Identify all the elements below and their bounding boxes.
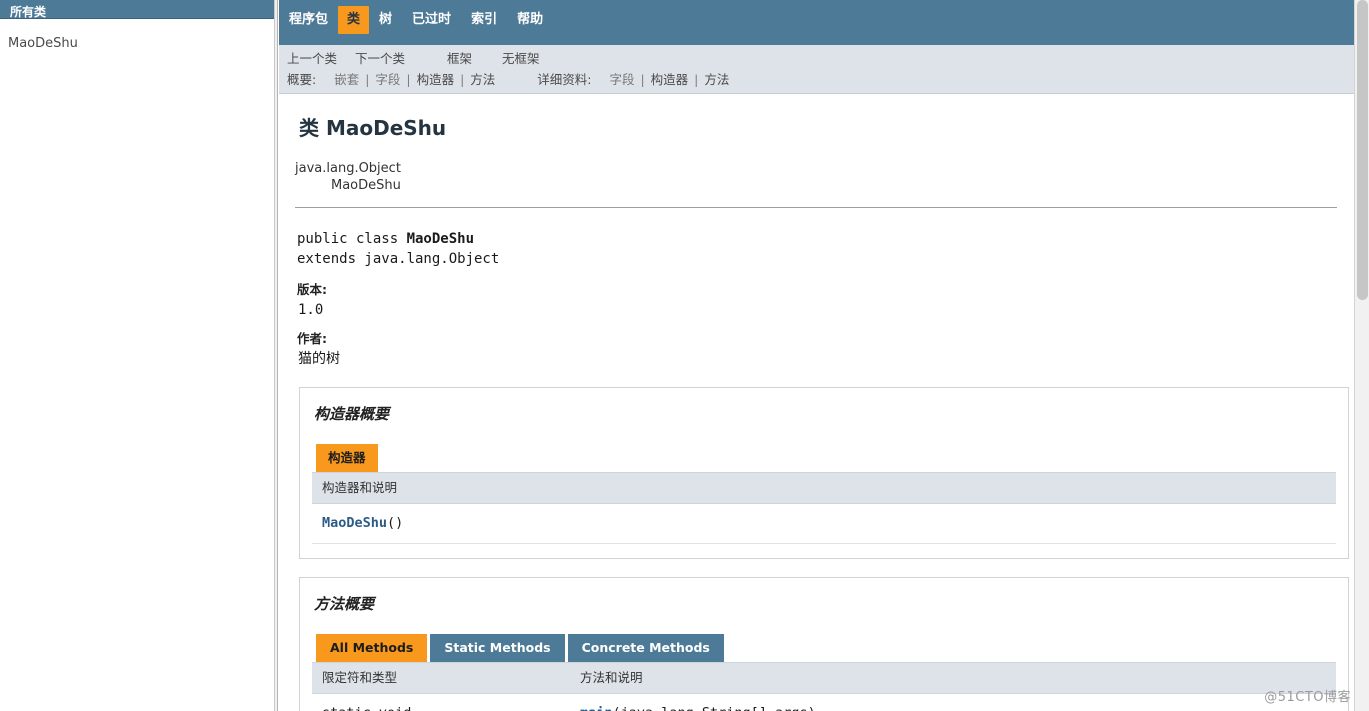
nav-link-index[interactable]: 索引 — [471, 12, 497, 27]
class-documentation: 类 MaoDeShu java.lang.Object MaoDeShu pub… — [279, 94, 1369, 711]
tab-concrete-methods[interactable]: Concrete Methods — [567, 634, 724, 662]
javadoc-page: 所有类 MaoDeShu 程序包 类 树 已过时 索引 帮助 上一个类 下一个类… — [0, 0, 1369, 711]
separator: | — [406, 72, 411, 87]
nav-link-help[interactable]: 帮助 — [517, 12, 543, 27]
next-class-link[interactable]: 下一个类 — [355, 51, 405, 66]
nav-item-help[interactable]: 帮助 — [507, 0, 553, 40]
class-title-name: MaoDeShu — [325, 116, 447, 140]
method-args: (java.lang.String[] args) — [613, 705, 816, 711]
inheritance-tree: java.lang.Object MaoDeShu — [293, 160, 1355, 194]
method-summary-table: 限定符和类型 方法和说明 static void main(java.lang.… — [312, 662, 1336, 711]
summary-item-nested: 嵌套 — [334, 72, 360, 87]
class-link-maodeshu[interactable]: MaoDeShu — [8, 36, 78, 51]
summary-label: 概要: — [287, 72, 317, 87]
column-header-method-description: 方法和说明 — [570, 662, 1336, 694]
method-signature-cell: main(java.lang.String[] args) — [570, 693, 1336, 711]
no-frames-link[interactable]: 无框架 — [502, 51, 540, 66]
constructor-link[interactable]: MaoDeShu — [322, 515, 387, 531]
class-frame: 程序包 类 树 已过时 索引 帮助 上一个类 下一个类 框架 无框架 概要: 嵌… — [279, 0, 1369, 711]
signature-modifier: public class — [297, 231, 407, 247]
class-metadata: 版本: 1.0 作者: 猫的树 — [297, 281, 1355, 369]
sub-navbar: 上一个类 下一个类 框架 无框架 概要: 嵌套 | 字段 | 构造器 | 方法 … — [279, 45, 1369, 94]
separator: | — [640, 72, 645, 87]
nav-item-packages[interactable]: 程序包 — [279, 0, 338, 40]
author-value: 猫的树 — [298, 351, 340, 367]
frames-link[interactable]: 框架 — [447, 51, 472, 66]
all-classes-list: MaoDeShu — [0, 19, 274, 55]
column-header-constructor: 构造器和说明 — [312, 472, 1336, 504]
method-tabs: All Methods Static Methods Concrete Meth… — [312, 634, 1336, 662]
nav-link-class: 类 — [347, 12, 361, 27]
page-title: 类 MaoDeShu — [299, 116, 1355, 140]
constructor-cell: MaoDeShu() — [312, 503, 1336, 544]
constructor-args: () — [387, 515, 404, 531]
table-row: MaoDeShu() — [312, 503, 1336, 544]
summary-item-field: 字段 — [375, 72, 401, 87]
nav-item-deprecated[interactable]: 已过时 — [402, 0, 461, 40]
class-signature-line-1: public class MaoDeShu — [297, 229, 1355, 249]
scrollbar-thumb[interactable] — [1357, 0, 1368, 300]
inheritance-level-1: MaoDeShu — [331, 178, 401, 193]
subnav-row-navigation: 上一个类 下一个类 框架 无框架 — [279, 45, 1369, 67]
detail-item-method[interactable]: 方法 — [704, 72, 729, 87]
watermark: @51CTO博客 — [1264, 690, 1351, 705]
content-scroll-area[interactable]: 类 MaoDeShu java.lang.Object MaoDeShu pub… — [279, 94, 1369, 711]
version-label: 版本: — [297, 282, 327, 297]
separator: | — [694, 72, 699, 87]
detail-item-constructor[interactable]: 构造器 — [651, 72, 689, 87]
column-header-modifier-type: 限定符和类型 — [312, 662, 570, 694]
constructor-summary-table: 构造器和说明 MaoDeShu() — [312, 472, 1336, 544]
separator: | — [365, 72, 370, 87]
vertical-scrollbar[interactable] — [1354, 0, 1369, 711]
class-signature-line-2: extends java.lang.Object — [297, 251, 500, 267]
nav-item-index[interactable]: 索引 — [461, 0, 507, 40]
nav-item-tree[interactable]: 树 — [369, 0, 402, 40]
top-navbar: 程序包 类 树 已过时 索引 帮助 — [279, 0, 1369, 45]
summary-item-method[interactable]: 方法 — [470, 72, 495, 87]
all-classes-title: 所有类 — [0, 0, 274, 19]
all-classes-frame: 所有类 MaoDeShu — [0, 0, 274, 711]
list-item[interactable]: MaoDeShu — [8, 33, 274, 55]
signature-class-name: MaoDeShu — [406, 231, 475, 247]
method-summary-title: 方法概要 — [314, 595, 375, 613]
nav-link-tree[interactable]: 树 — [379, 12, 392, 27]
tab-constructors[interactable]: 构造器 — [316, 444, 378, 472]
class-title-prefix: 类 — [299, 116, 319, 140]
class-signature: public class MaoDeShu extends java.lang.… — [293, 229, 1355, 269]
frame-divider[interactable] — [274, 0, 278, 711]
nav-item-class[interactable]: 类 — [338, 6, 370, 34]
constructor-summary-title: 构造器概要 — [314, 405, 390, 423]
nav-link-packages[interactable]: 程序包 — [289, 12, 328, 27]
author-label: 作者: — [297, 331, 327, 346]
table-header-row: 限定符和类型 方法和说明 — [312, 662, 1336, 694]
table-header-row: 构造器和说明 — [312, 472, 1336, 504]
separator: | — [460, 72, 465, 87]
constructor-summary-block: 构造器概要 构造器 构造器和说明 MaoDeShu() — [299, 387, 1349, 559]
summary-item-constructor[interactable]: 构造器 — [417, 72, 455, 87]
class-header: 类 MaoDeShu — [293, 94, 1355, 140]
tab-all-methods[interactable]: All Methods — [316, 634, 428, 662]
top-navbar-list: 程序包 类 树 已过时 索引 帮助 — [279, 0, 1369, 45]
detail-label: 详细资料: — [537, 72, 592, 87]
version-value: 1.0 — [298, 302, 324, 318]
constructor-tabs: 构造器 — [312, 444, 1336, 472]
prev-class-link[interactable]: 上一个类 — [287, 51, 337, 66]
method-summary-block: 方法概要 All Methods Static Methods Concrete… — [299, 577, 1349, 711]
divider — [295, 207, 1337, 208]
method-modifier-cell: static void — [312, 693, 570, 711]
table-row: static void main(java.lang.String[] args… — [312, 693, 1336, 711]
method-link-main[interactable]: main — [580, 705, 613, 711]
nav-link-deprecated[interactable]: 已过时 — [412, 12, 451, 27]
detail-item-field: 字段 — [609, 72, 635, 87]
tab-static-methods[interactable]: Static Methods — [430, 634, 565, 662]
subnav-row-summary-detail: 概要: 嵌套 | 字段 | 构造器 | 方法 详细资料: 字段 | 构造器 | … — [279, 67, 1369, 88]
inheritance-level-0[interactable]: java.lang.Object — [295, 160, 1355, 177]
